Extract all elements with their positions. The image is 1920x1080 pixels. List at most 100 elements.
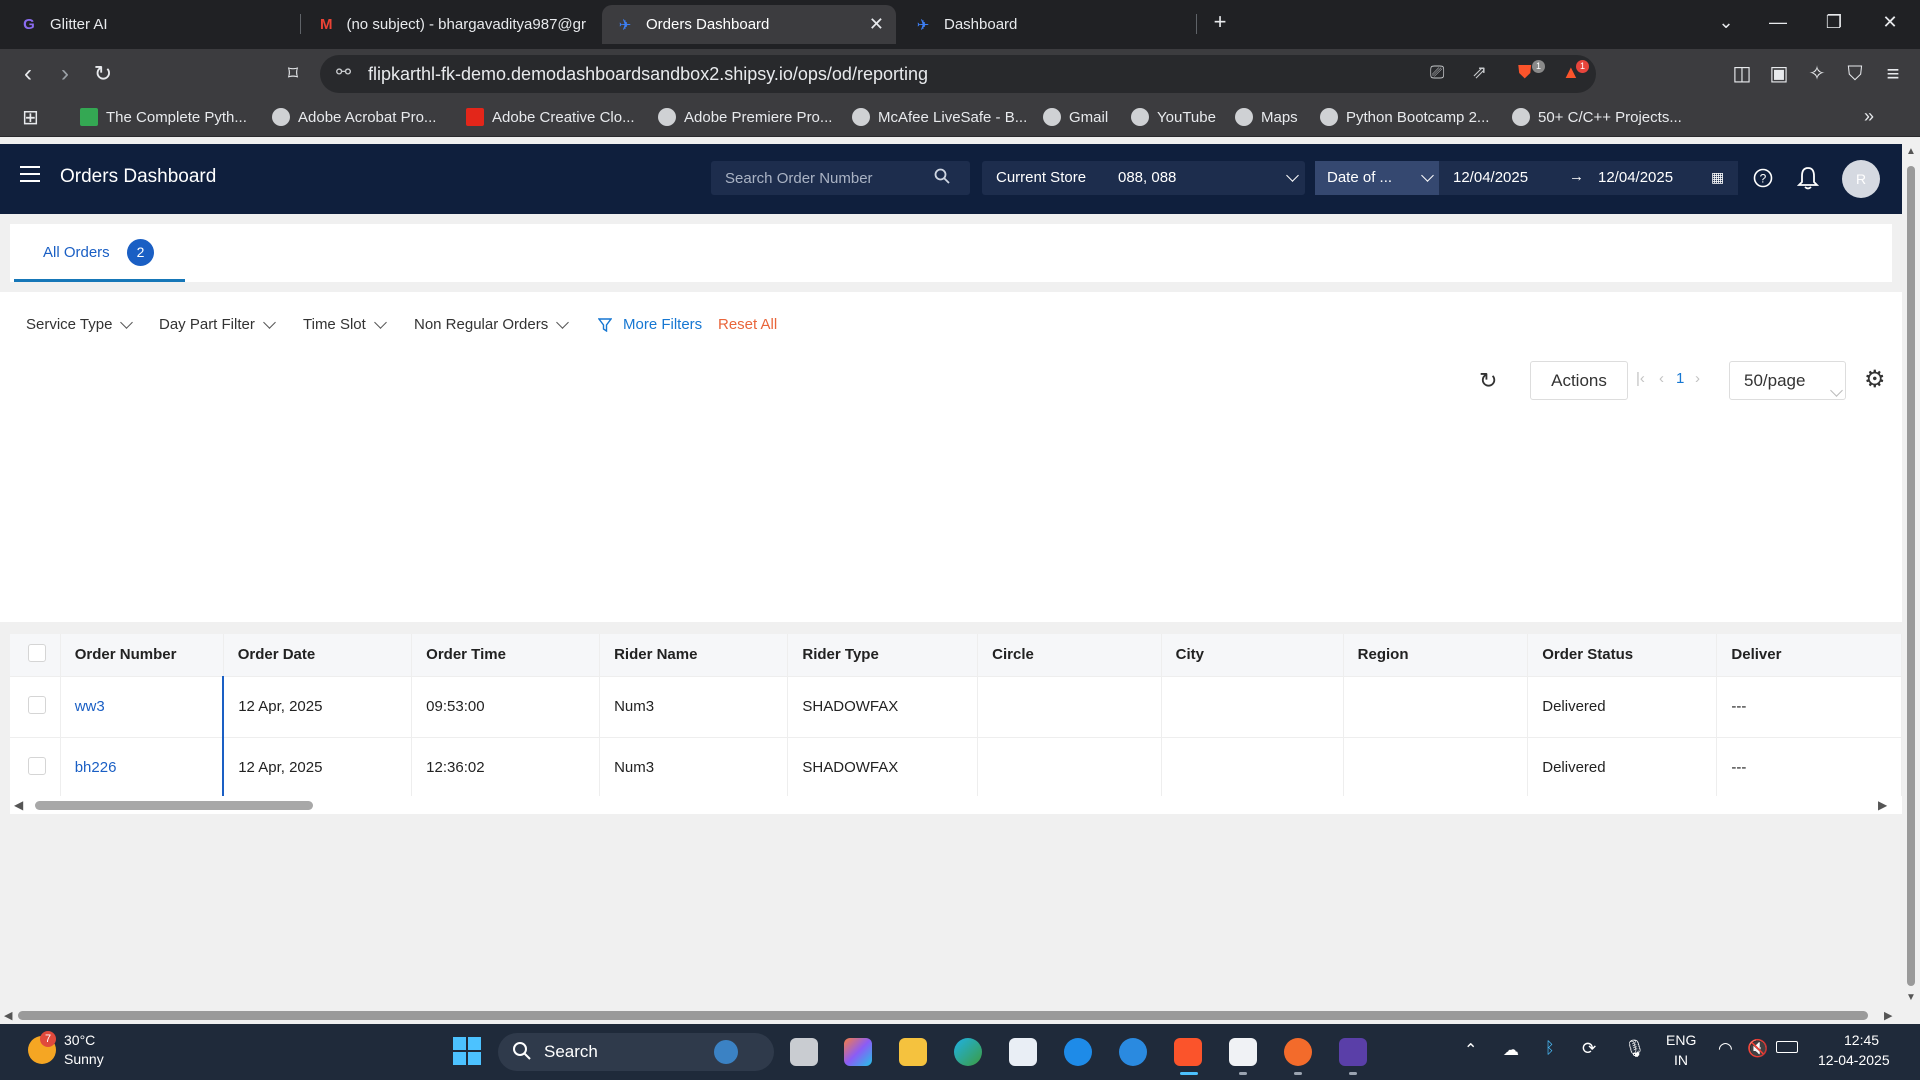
minimize-icon[interactable]: — — [1764, 12, 1792, 33]
microphone-icon[interactable]: 🎙 — [1624, 1039, 1646, 1059]
refresh-icon[interactable]: ↻ — [1479, 368, 1497, 394]
prev-page-icon[interactable]: ‹ — [1659, 370, 1664, 387]
language-top[interactable]: ENG — [1666, 1032, 1696, 1048]
column-header[interactable]: Order Status — [1527, 634, 1718, 677]
taskbar-search[interactable]: Search — [498, 1033, 774, 1071]
table-row[interactable]: ww3 12 Apr, 2025 09:53:00 Num3 SHADOWFAX… — [10, 676, 1902, 738]
battery-icon[interactable] — [1776, 1041, 1798, 1053]
actions-button[interactable]: Actions — [1530, 361, 1628, 400]
row-checkbox[interactable] — [28, 756, 46, 775]
select-all-checkbox[interactable] — [28, 643, 46, 662]
column-header[interactable]: Order Date — [223, 634, 413, 677]
windows-start-icon[interactable] — [452, 1036, 482, 1071]
restore-icon[interactable]: ❐ — [1820, 12, 1848, 33]
language-bottom[interactable]: IN — [1674, 1052, 1688, 1068]
column-header[interactable]: Deliver — [1716, 634, 1902, 677]
volume-muted-icon[interactable]: 🔇 — [1747, 1039, 1768, 1059]
date-range-picker[interactable]: 12/04/2025 → 12/04/2025 ▦ — [1439, 161, 1738, 195]
scroll-right-icon[interactable]: ▶ — [1878, 798, 1887, 812]
current-page[interactable]: 1 — [1676, 370, 1684, 387]
row-checkbox[interactable] — [28, 695, 46, 714]
tab-orders-dashboard[interactable]: ✈ Orders Dashboard ✕ — [602, 5, 896, 44]
site-info-icon[interactable]: ⚯ — [336, 62, 351, 83]
column-header[interactable]: Region — [1343, 634, 1529, 677]
tab-gmail[interactable]: M (no subject) - bhargavaditya987@gr — [304, 5, 600, 44]
sync-app-icon[interactable] — [1119, 1038, 1147, 1066]
date-from[interactable]: 12/04/2025 — [1453, 169, 1528, 186]
chevron-up-icon[interactable]: ⌃ — [1464, 1040, 1477, 1060]
notepad-app-icon[interactable] — [1229, 1038, 1257, 1066]
search-icon[interactable] — [934, 168, 950, 189]
vpn-icon[interactable]: ⛉ — [1840, 59, 1870, 89]
date-type-select[interactable]: Date of ... — [1315, 161, 1439, 195]
date-to[interactable]: 12/04/2025 — [1598, 169, 1673, 186]
service-type-filter[interactable]: Service Type — [26, 315, 134, 333]
bookmark-item[interactable]: Gmail — [1043, 108, 1108, 126]
reset-all-link[interactable]: Reset All — [718, 316, 777, 333]
bookmark-item[interactable]: Adobe Creative Clo... — [466, 108, 635, 126]
order-search[interactable] — [711, 161, 970, 195]
search-order-input[interactable] — [711, 161, 931, 195]
glitter-app-icon[interactable] — [1339, 1038, 1367, 1066]
copilot-icon[interactable] — [844, 1038, 872, 1066]
column-header[interactable]: Order Time — [411, 634, 601, 677]
column-header[interactable]: Rider Name — [599, 634, 789, 677]
scroll-left-icon[interactable]: ◀ — [4, 1009, 12, 1022]
scroll-up-icon[interactable]: ▲ — [1906, 146, 1916, 157]
bookmark-icon[interactable]: ⌑ — [278, 59, 308, 89]
order-number-link[interactable]: bh226 — [60, 737, 225, 799]
onedrive-icon[interactable]: ☁ — [1503, 1040, 1519, 1060]
quick-assist-icon[interactable] — [1064, 1038, 1092, 1066]
store-selector[interactable]: Current Store 088, 088 — [982, 161, 1305, 195]
sync-icon[interactable]: ⟳ — [1582, 1039, 1596, 1059]
scrollbar-thumb[interactable] — [18, 1011, 1868, 1020]
task-view-icon[interactable] — [790, 1038, 818, 1066]
tab-dashboard[interactable]: ✈ Dashboard — [900, 5, 1190, 44]
reload-icon[interactable]: ↻ — [88, 59, 118, 89]
scroll-down-icon[interactable]: ▼ — [1906, 992, 1916, 1003]
brave-shield-icon[interactable]: ⛊ — [1518, 62, 1532, 83]
bookmark-item[interactable]: Adobe Premiere Pro... — [658, 108, 832, 126]
drawing-app-icon[interactable] — [1284, 1038, 1312, 1066]
table-horizontal-scrollbar[interactable]: ◀ ▶ — [10, 796, 1902, 814]
page-vertical-scrollbar[interactable]: ▲ ▼ — [1902, 144, 1920, 1007]
tab-glitter-ai[interactable]: G Glitter AI — [6, 5, 294, 44]
bookmark-item[interactable]: McAfee LiveSafe - B... — [852, 108, 1027, 126]
notification-bell-icon[interactable] — [1796, 166, 1820, 195]
time-slot-filter[interactable]: Time Slot — [303, 315, 387, 333]
microsoft-store-icon[interactable] — [1009, 1038, 1037, 1066]
column-header[interactable]: Circle — [977, 634, 1162, 677]
file-explorer-icon[interactable] — [899, 1038, 927, 1066]
close-window-icon[interactable]: ✕ — [1876, 12, 1904, 33]
bookmark-item[interactable]: Python Bootcamp 2... — [1320, 108, 1489, 126]
scrollbar-thumb[interactable] — [1907, 166, 1915, 986]
edge-icon[interactable] — [954, 1038, 982, 1066]
back-icon[interactable]: ‹ — [13, 59, 43, 89]
table-row[interactable]: bh226 12 Apr, 2025 12:36:02 Num3 SHADOWF… — [10, 737, 1902, 799]
forward-icon[interactable]: › — [50, 59, 80, 89]
day-part-filter[interactable]: Day Part Filter — [159, 315, 276, 333]
bookmark-item[interactable]: 50+ C/C++ Projects... — [1512, 108, 1682, 126]
non-regular-orders-filter[interactable]: Non Regular Orders — [414, 315, 570, 333]
scroll-left-icon[interactable]: ◀ — [14, 798, 23, 812]
column-header[interactable]: Rider Type — [787, 634, 979, 677]
new-tab-icon[interactable]: + — [1206, 9, 1234, 35]
leo-ai-icon[interactable]: ✧ — [1802, 59, 1832, 89]
page-size-select[interactable]: 50/page — [1729, 361, 1846, 400]
clock-date[interactable]: 12-04-2025 — [1818, 1052, 1890, 1068]
first-page-icon[interactable]: |‹ — [1636, 370, 1645, 387]
next-page-icon[interactable]: › — [1695, 370, 1700, 387]
gear-icon[interactable]: ⚙ — [1864, 365, 1886, 394]
scrollbar-thumb[interactable] — [35, 801, 313, 810]
help-icon[interactable]: ? — [1753, 168, 1773, 193]
column-header[interactable]: Order Number — [60, 634, 224, 677]
bluetooth-icon[interactable]: ᛒ — [1545, 1040, 1555, 1058]
menu-icon[interactable]: ≡ — [1878, 59, 1908, 89]
share-icon[interactable]: ⇗ — [1472, 62, 1487, 83]
clock-time[interactable]: 12:45 — [1844, 1032, 1879, 1048]
hamburger-menu-icon[interactable] — [20, 166, 40, 187]
more-bookmarks-icon[interactable]: » — [1864, 106, 1874, 127]
scroll-right-icon[interactable]: ▶ — [1884, 1009, 1892, 1022]
weather-condition[interactable]: Sunny — [64, 1051, 104, 1067]
page-horizontal-scrollbar[interactable]: ◀ ▶ — [0, 1007, 1920, 1024]
